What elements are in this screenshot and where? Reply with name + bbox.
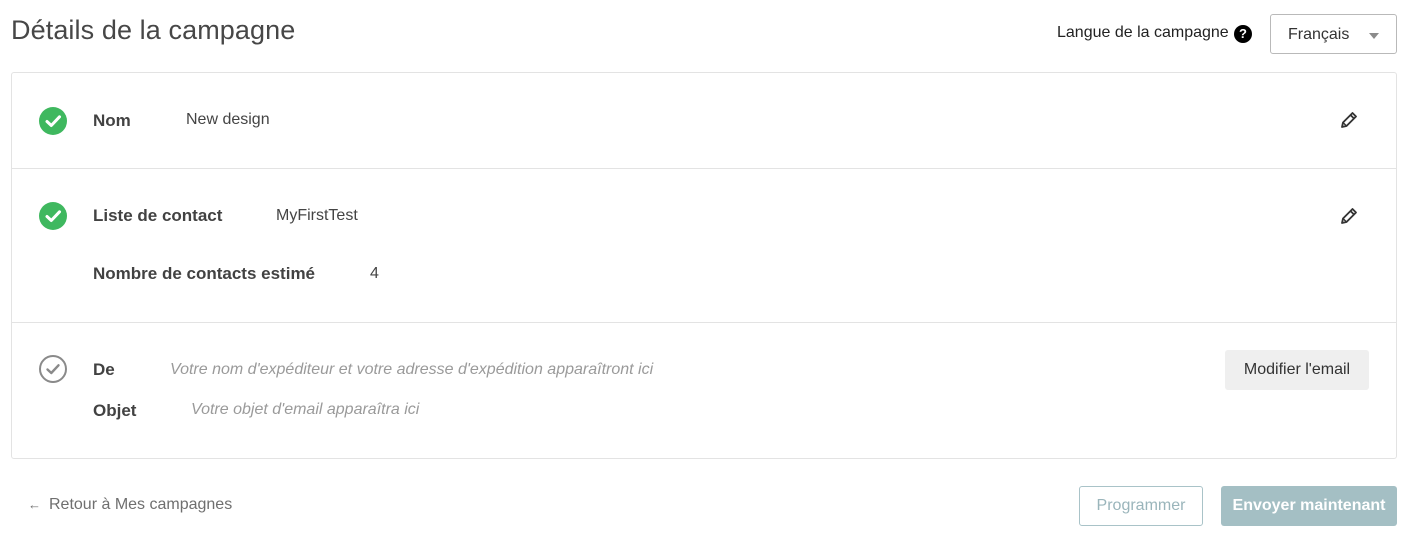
campaign-language-label: Langue de la campagne [1057, 24, 1229, 41]
check-circle-icon [39, 202, 67, 230]
page-title: Détails de la campagne [11, 15, 296, 45]
edit-contact-list-pencil-icon[interactable] [1338, 205, 1360, 227]
back-to-campaigns-link[interactable]: ← Retour à Mes campagnes [28, 496, 232, 514]
name-label: Nom [93, 111, 131, 130]
arrow-left-icon: ← [28, 497, 41, 512]
contact-list-value: MyFirstTest [276, 207, 358, 224]
from-label: De [93, 360, 115, 379]
edit-name-pencil-icon[interactable] [1338, 109, 1360, 131]
subject-placeholder: Votre objet d'email apparaîtra ici [191, 401, 420, 418]
campaign-language-value: Français [1288, 26, 1350, 43]
schedule-button[interactable]: Programmer [1079, 486, 1203, 526]
check-circle-outline-icon [39, 355, 67, 383]
name-row: Nom New design [12, 73, 1396, 169]
help-icon[interactable]: ? [1234, 25, 1252, 43]
campaign-details-card: Nom New design Liste de contact MyFirstT… [11, 72, 1397, 459]
send-now-button[interactable]: Envoyer maintenant [1221, 486, 1397, 526]
modify-email-button[interactable]: Modifier l'email [1225, 350, 1369, 390]
contact-list-row: Liste de contact MyFirstTest Nombre de c… [12, 169, 1396, 323]
chevron-down-icon [1369, 33, 1379, 39]
back-link-label: Retour à Mes campagnes [49, 496, 233, 513]
estimated-contacts-label: Nombre de contacts estimé [93, 264, 316, 283]
subject-label: Objet [93, 401, 137, 420]
from-placeholder: Votre nom d'expéditeur et votre adresse … [170, 361, 654, 378]
check-circle-icon [39, 107, 67, 135]
campaign-language-select[interactable]: Français [1270, 14, 1397, 54]
estimated-contacts-value: 4 [370, 265, 379, 282]
sender-subject-row: De Votre nom d'expéditeur et votre adres… [12, 323, 1396, 459]
name-value: New design [186, 111, 270, 128]
contact-list-label: Liste de contact [93, 206, 223, 225]
